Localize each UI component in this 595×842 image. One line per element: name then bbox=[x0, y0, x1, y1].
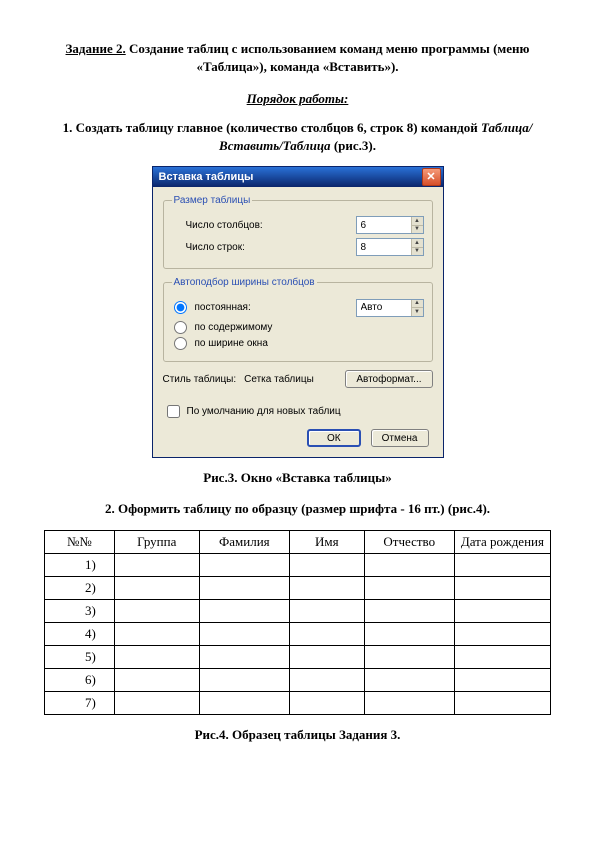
radio-content-label: по содержимому bbox=[195, 322, 273, 333]
rows-input[interactable] bbox=[357, 239, 411, 255]
group-autofit-legend: Автоподбор ширины столбцов bbox=[172, 277, 317, 288]
col-name: Имя bbox=[289, 530, 364, 553]
rows-spinner[interactable]: ▲ ▼ bbox=[356, 238, 424, 256]
table-row: 7) bbox=[45, 691, 551, 714]
group-size-legend: Размер таблицы bbox=[172, 195, 253, 206]
task-rest: Создание таблиц с использованием команд … bbox=[126, 41, 530, 74]
cancel-button[interactable]: Отмена bbox=[371, 429, 429, 447]
sample-table: №№ Группа Фамилия Имя Отчество Дата рожд… bbox=[44, 530, 551, 715]
row-num: 4) bbox=[45, 622, 115, 645]
task-label: Задание 2. bbox=[66, 41, 126, 56]
style-label: Стиль таблицы: bbox=[163, 374, 237, 385]
figure-3-caption: Рис.3. Окно «Вставка таблицы» bbox=[44, 470, 551, 486]
col-surname: Фамилия bbox=[199, 530, 289, 553]
fixed-spinner[interactable]: ▲ ▼ bbox=[356, 299, 424, 317]
col-num: №№ bbox=[45, 530, 115, 553]
row-num: 7) bbox=[45, 691, 115, 714]
col-birthdate: Дата рождения bbox=[454, 530, 550, 553]
step-2: 2. Оформить таблицу по образцу (размер ш… bbox=[44, 500, 551, 518]
row-num: 3) bbox=[45, 599, 115, 622]
section-title: Порядок работы: bbox=[44, 91, 551, 107]
cols-label: Число столбцов: bbox=[172, 220, 350, 231]
step1-prefix: 1. Создать таблицу главное (количество с… bbox=[63, 120, 481, 135]
row-num: 2) bbox=[45, 576, 115, 599]
default-checkbox-label: По умолчанию для новых таблиц bbox=[187, 406, 341, 417]
task-heading: Задание 2. Создание таблиц с использован… bbox=[44, 40, 551, 75]
insert-table-dialog: Вставка таблицы ✕ Размер таблицы Число с… bbox=[152, 166, 444, 458]
rows-label: Число строк: bbox=[172, 242, 350, 253]
cols-spinner[interactable]: ▲ ▼ bbox=[356, 216, 424, 234]
cols-input[interactable] bbox=[357, 217, 411, 233]
chevron-up-icon[interactable]: ▲ bbox=[411, 239, 423, 247]
style-row: Стиль таблицы: Сетка таблицы Автоформат.… bbox=[163, 370, 433, 388]
row-num: 5) bbox=[45, 645, 115, 668]
chevron-down-icon[interactable]: ▼ bbox=[411, 307, 423, 316]
row-num: 6) bbox=[45, 668, 115, 691]
chevron-up-icon[interactable]: ▲ bbox=[411, 300, 423, 308]
style-value: Сетка таблицы bbox=[244, 374, 314, 385]
table-row: 6) bbox=[45, 668, 551, 691]
col-patronymic: Отчество bbox=[364, 530, 454, 553]
row-num: 1) bbox=[45, 553, 115, 576]
table-row: 1) bbox=[45, 553, 551, 576]
radio-fixed[interactable] bbox=[174, 301, 187, 314]
close-icon[interactable]: ✕ bbox=[422, 168, 441, 186]
table-row: 3) bbox=[45, 599, 551, 622]
table-header-row: №№ Группа Фамилия Имя Отчество Дата рожд… bbox=[45, 530, 551, 553]
chevron-down-icon[interactable]: ▼ bbox=[411, 247, 423, 256]
radio-window[interactable] bbox=[174, 337, 187, 350]
group-size: Размер таблицы Число столбцов: ▲ ▼ Число bbox=[163, 195, 433, 269]
chevron-down-icon[interactable]: ▼ bbox=[411, 225, 423, 234]
dialog-titlebar: Вставка таблицы ✕ bbox=[153, 167, 443, 187]
col-group: Группа bbox=[114, 530, 199, 553]
fixed-input[interactable] bbox=[357, 300, 411, 316]
figure-4-caption: Рис.4. Образец таблицы Задания 3. bbox=[44, 727, 551, 743]
autoformat-button[interactable]: Автоформат... bbox=[345, 370, 432, 388]
radio-content[interactable] bbox=[174, 321, 187, 334]
step-1: 1. Создать таблицу главное (количество с… bbox=[44, 119, 551, 154]
radio-fixed-label: постоянная: bbox=[195, 302, 251, 313]
step1-suffix: (рис.3). bbox=[331, 138, 376, 153]
default-checkbox[interactable] bbox=[167, 405, 180, 418]
dialog-title: Вставка таблицы bbox=[159, 171, 254, 183]
table-row: 2) bbox=[45, 576, 551, 599]
group-autofit: Автоподбор ширины столбцов постоянная: ▲… bbox=[163, 277, 433, 362]
table-row: 5) bbox=[45, 645, 551, 668]
ok-button[interactable]: ОК bbox=[307, 429, 361, 447]
chevron-up-icon[interactable]: ▲ bbox=[411, 217, 423, 225]
table-row: 4) bbox=[45, 622, 551, 645]
radio-window-label: по ширине окна bbox=[195, 338, 268, 349]
